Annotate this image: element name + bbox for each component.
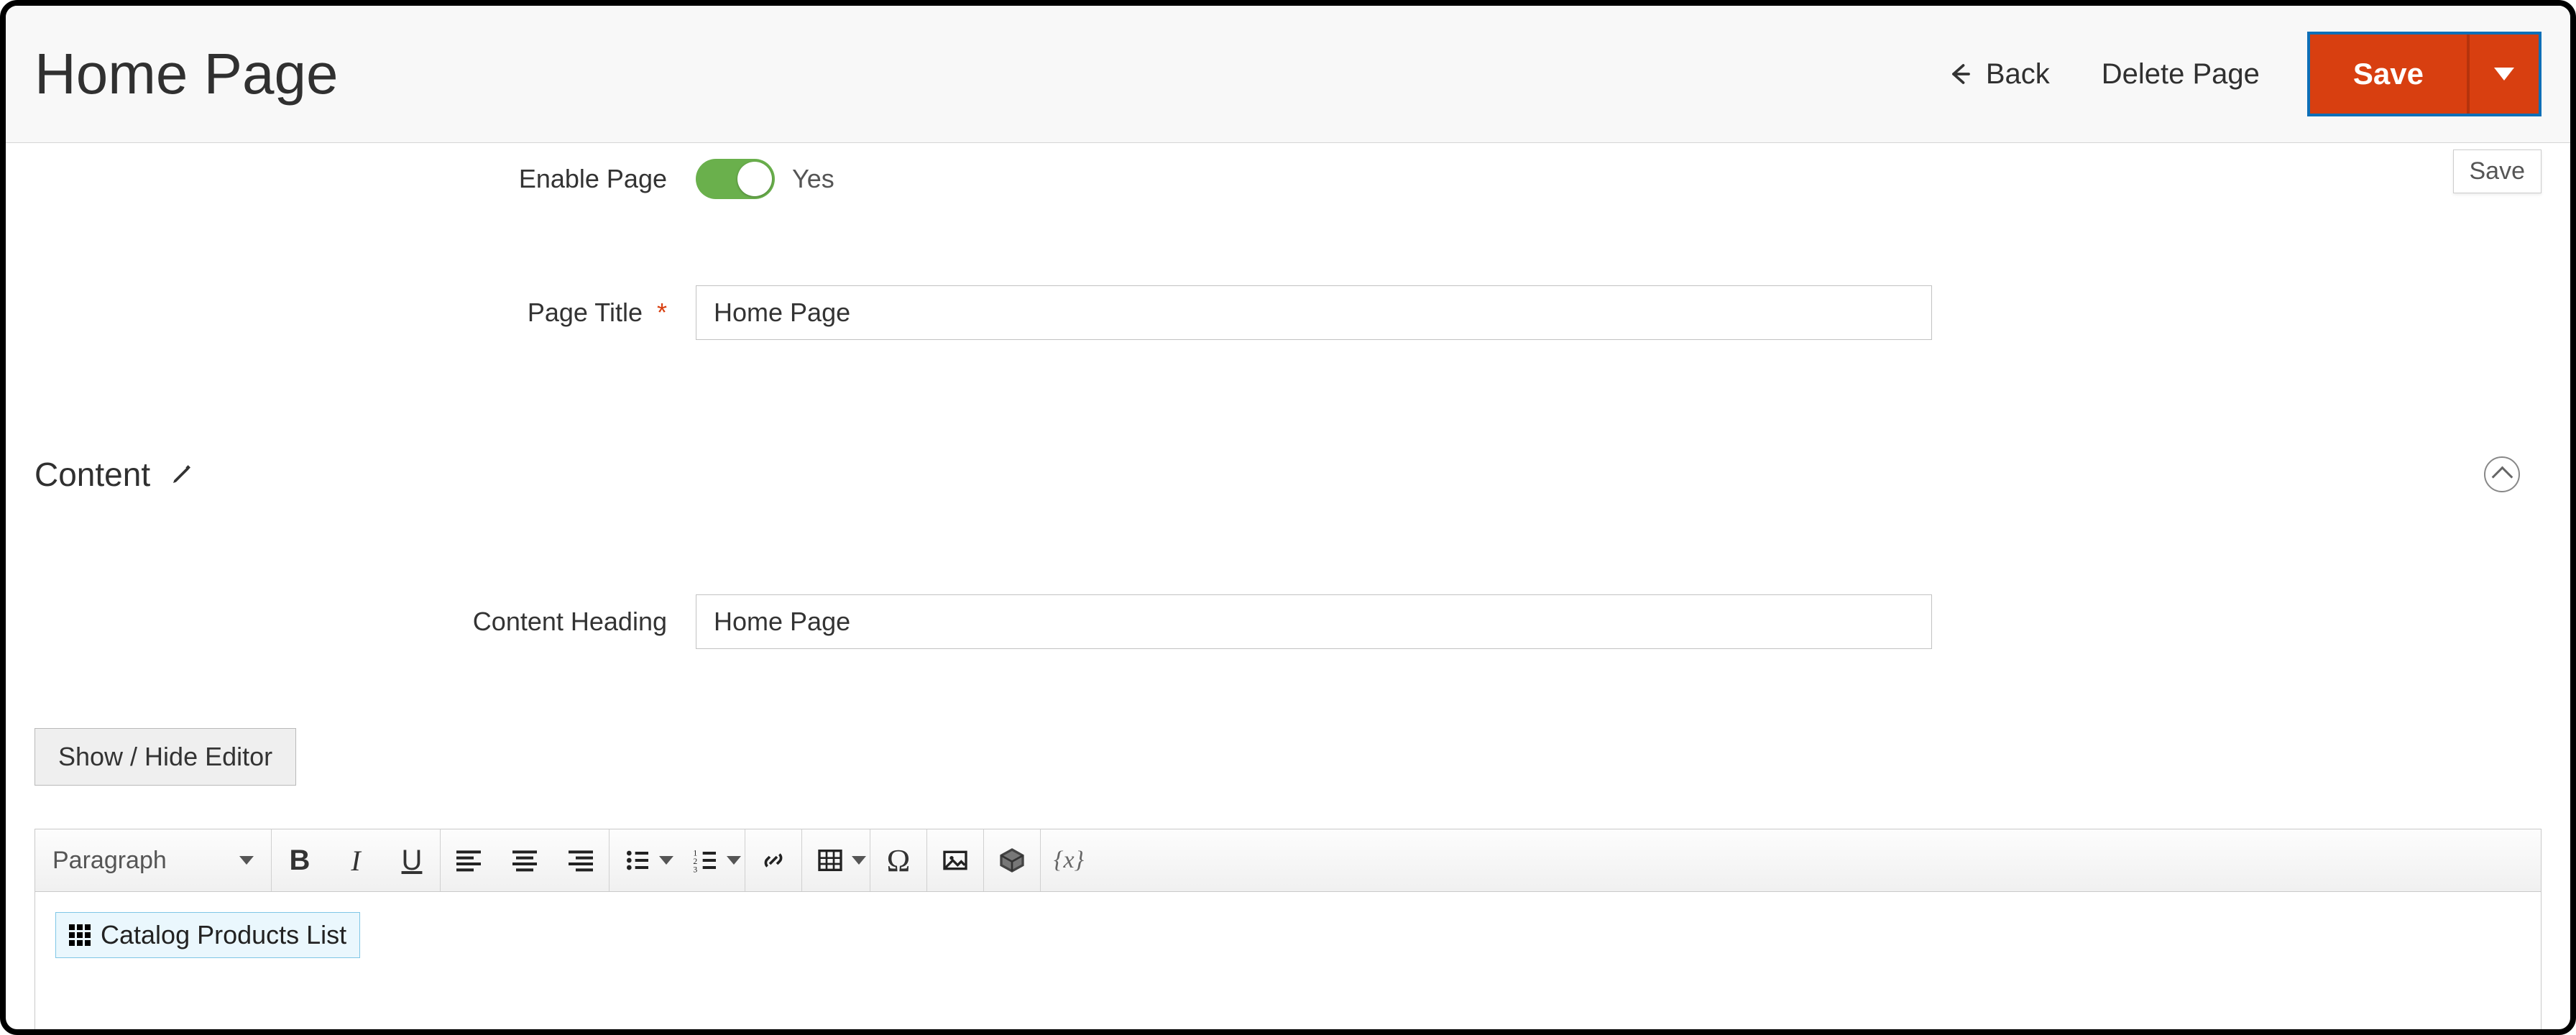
underline-button[interactable]: U <box>384 829 440 891</box>
wysiwyg-toolbar: Paragraph B I U 123 <box>34 829 2542 892</box>
svg-text:3: 3 <box>693 865 697 875</box>
page-title-input[interactable] <box>696 285 1932 340</box>
enable-page-control: Yes <box>696 159 834 199</box>
delete-page-label: Delete Page <box>2102 58 2260 91</box>
chevron-up-icon <box>2491 466 2513 487</box>
caret-down-icon <box>2494 68 2514 80</box>
content-heading-label: Content Heading <box>34 607 696 637</box>
page-title: Home Page <box>34 41 1943 107</box>
align-right-button[interactable] <box>553 829 609 891</box>
link-group <box>745 829 802 891</box>
back-button-label: Back <box>1986 58 2050 91</box>
required-star-icon: * <box>657 298 667 327</box>
enable-page-label: Enable Page <box>34 164 696 194</box>
text-style-group: B I U <box>272 829 441 891</box>
toggle-editor-button[interactable]: Show / Hide Editor <box>34 728 296 786</box>
format-group: Paragraph <box>35 829 272 891</box>
content-section-title: Content <box>34 455 150 494</box>
back-button[interactable]: Back <box>1943 58 2054 91</box>
page-header: Home Page Back Delete Page Save <box>6 6 2570 143</box>
italic-button[interactable]: I <box>328 829 384 891</box>
special-char-group: Ω <box>870 829 927 891</box>
table-dropdown[interactable] <box>848 829 870 891</box>
bullet-list-dropdown[interactable] <box>656 829 677 891</box>
format-select-label: Paragraph <box>52 847 167 875</box>
enable-page-row: Enable Page Yes <box>34 159 2542 199</box>
align-center-button[interactable] <box>497 829 553 891</box>
catalog-products-widget[interactable]: Catalog Products List <box>55 912 360 958</box>
toggle-knob <box>737 162 772 196</box>
bold-button[interactable]: B <box>272 829 328 891</box>
save-split-button: Save <box>2307 32 2542 116</box>
enable-page-toggle[interactable] <box>696 159 775 199</box>
grid-icon <box>69 924 91 946</box>
delete-page-button[interactable]: Delete Page <box>2097 58 2264 91</box>
insert-variable-button[interactable]: {x} <box>1041 829 1097 891</box>
page-title-row: Page Title * <box>34 285 2542 340</box>
link-button[interactable] <box>745 829 801 891</box>
page-root: Home Page Back Delete Page Save Save Ena… <box>0 0 2576 1035</box>
align-left-button[interactable] <box>441 829 497 891</box>
save-tooltip: Save <box>2453 150 2542 193</box>
form-body: Enable Page Yes Page Title * Content <box>6 159 2570 1035</box>
caret-down-icon <box>239 856 254 865</box>
widget-group <box>984 829 1041 891</box>
pencil-icon <box>170 463 193 486</box>
insert-image-button[interactable] <box>927 829 983 891</box>
back-arrow-icon <box>1947 61 1973 87</box>
special-char-button[interactable]: Ω <box>870 829 926 891</box>
number-list-dropdown[interactable] <box>723 829 745 891</box>
caret-down-icon <box>659 856 673 865</box>
widget-label: Catalog Products List <box>101 920 346 950</box>
caret-down-icon <box>727 856 741 865</box>
format-select[interactable]: Paragraph <box>35 829 271 891</box>
page-title-label-wrap: Page Title * <box>34 298 696 328</box>
page-title-label: Page Title <box>528 298 643 327</box>
content-heading-row: Content Heading <box>34 594 2542 649</box>
list-group: 123 <box>610 829 745 891</box>
align-group <box>441 829 610 891</box>
content-heading-input[interactable] <box>696 594 1932 649</box>
image-group <box>927 829 984 891</box>
collapse-section-button[interactable] <box>2484 456 2520 492</box>
variable-group: {x} <box>1041 829 1097 891</box>
editor-canvas[interactable]: Catalog Products List <box>34 892 2542 1035</box>
enable-page-state: Yes <box>792 164 834 194</box>
header-actions: Back Delete Page Save <box>1943 6 2542 142</box>
table-group <box>802 829 870 891</box>
save-dropdown-button[interactable] <box>2467 34 2539 114</box>
save-button[interactable]: Save <box>2310 34 2467 114</box>
insert-widget-button[interactable] <box>984 829 1040 891</box>
content-section-header: Content <box>34 455 2542 494</box>
caret-down-icon <box>852 856 866 865</box>
